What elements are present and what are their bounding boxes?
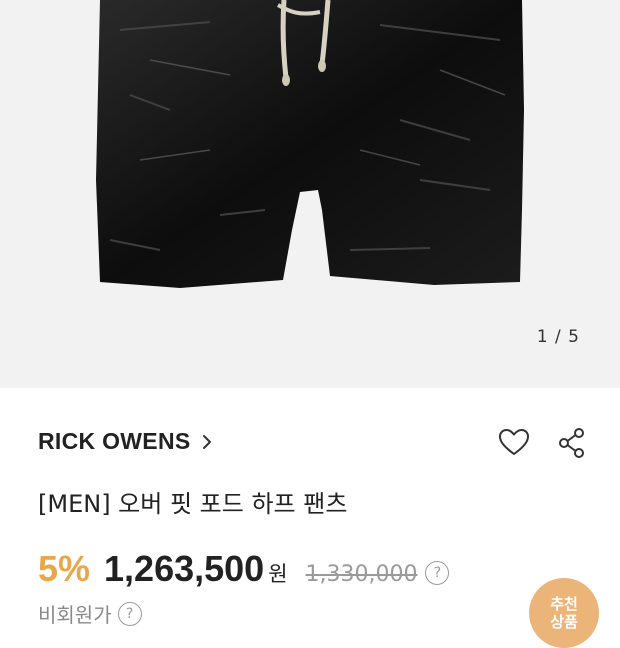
product-info-panel: RICK OWENS [MEN] 오버 핏 포드 하프 팬츠 5% 1,263,… (0, 388, 620, 627)
gallery-counter: 1 / 5 (536, 327, 580, 347)
heart-icon[interactable] (497, 426, 531, 460)
currency-unit: 원 (268, 562, 288, 586)
fab-label-line1: 추천 (550, 595, 578, 613)
brand-name: RICK OWENS (38, 428, 191, 454)
fab-label-line2: 상품 (550, 613, 578, 631)
recommended-products-button[interactable]: 추천 상품 (529, 578, 599, 648)
share-icon[interactable] (555, 426, 589, 460)
member-price-row: 비회원가 ? (38, 599, 142, 628)
brand-link[interactable]: RICK OWENS (38, 428, 213, 455)
sale-price: 1,263,500 (104, 548, 265, 589)
product-image-gallery[interactable]: 1 / 5 (0, 0, 620, 388)
member-price-info-icon[interactable]: ? (117, 601, 142, 626)
member-price-label: 비회원가 (38, 603, 112, 627)
product-image-shorts (96, 0, 524, 288)
product-title: [MEN] 오버 핏 포드 하프 팬츠 (38, 490, 348, 518)
chevron-right-icon (202, 434, 211, 449)
discount-rate: 5% (38, 548, 91, 589)
price-info-icon[interactable]: ? (425, 561, 450, 585)
price-row: 5% 1,263,500 원 1,330,000 ? (38, 548, 450, 590)
original-price: 1,330,000 (305, 562, 418, 587)
